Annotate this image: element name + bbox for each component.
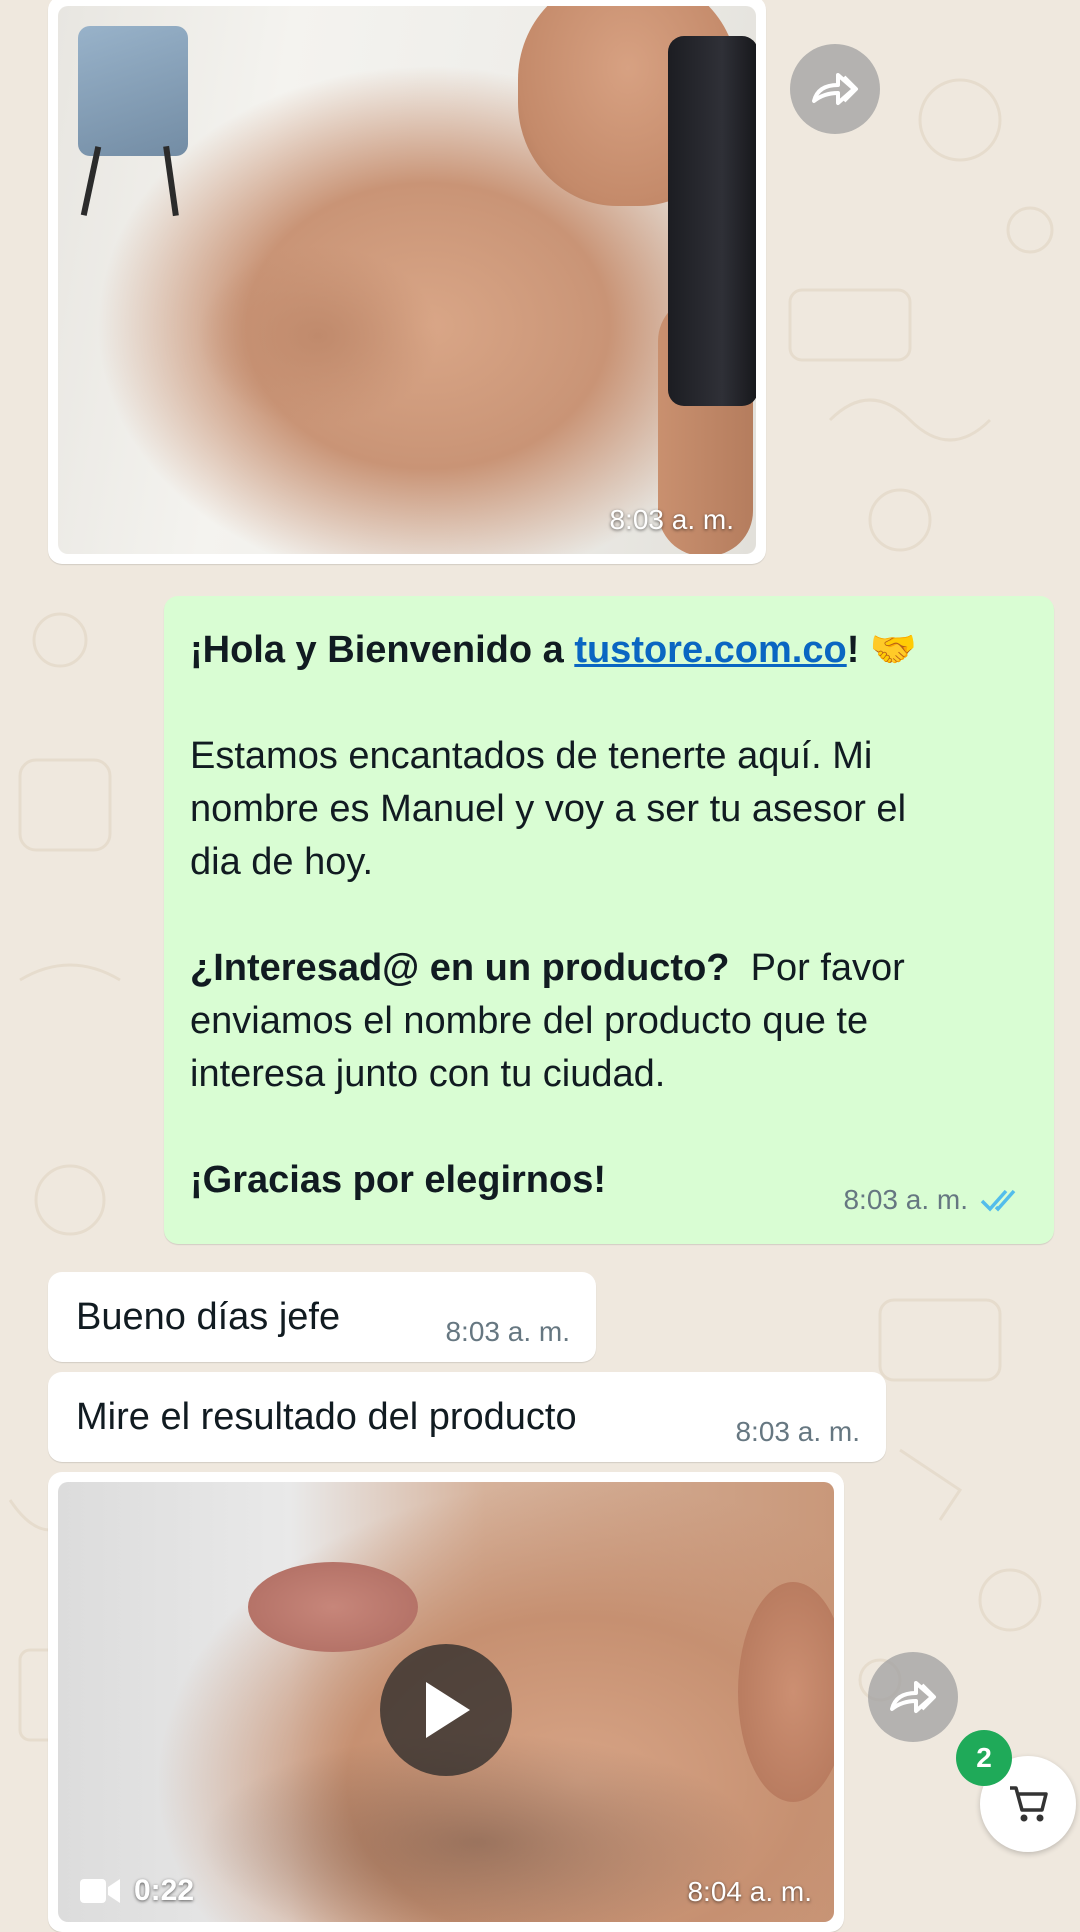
play-button[interactable] <box>380 1644 512 1776</box>
video-duration-text: 0:22 <box>134 1874 195 1907</box>
message-time: 8:04 a. m. <box>687 1876 812 1907</box>
cart-badge: 2 <box>956 1730 1012 1786</box>
handshake-icon: 🤝 <box>869 629 918 671</box>
intro-line-2: nombre es Manuel y voy a ser tu asesor e… <box>190 788 907 830</box>
outgoing-message[interactable]: ¡Hola y Bienvenido a tustore.com.co! 🤝 E… <box>164 596 1054 1244</box>
photo-chair-leg <box>163 145 179 217</box>
message-text: Mire el resultado del producto <box>76 1396 577 1438</box>
message-meta: 8:03 a. m. <box>843 1173 1024 1226</box>
video-duration: 0:22 <box>80 1874 194 1908</box>
question-line: ¿Interesad@ en un producto? Por favor <box>190 942 1026 995</box>
request-line-3: interesa junto con tu ciudad. <box>190 1053 666 1095</box>
message-time: 8:03 a. m. <box>445 1316 570 1347</box>
store-link[interactable]: tustore.com.co <box>574 629 846 671</box>
cart-icon <box>1010 1786 1048 1822</box>
forward-icon <box>812 73 858 105</box>
photo-chair-leg <box>80 146 102 216</box>
photo-clothes <box>78 26 188 156</box>
incoming-message[interactable]: Bueno días jefe 8:03 a. m. <box>48 1272 596 1362</box>
video-message[interactable]: 0:22 8:04 a. m. <box>48 1472 844 1932</box>
forward-icon <box>890 1681 936 1713</box>
message-text: Bueno días jefe <box>76 1296 341 1338</box>
video-thumbnail[interactable]: 0:22 8:04 a. m. <box>58 1482 834 1922</box>
message-time: 8:03 a. m. <box>609 504 734 535</box>
message-time: 8:03 a. m. <box>843 1184 968 1215</box>
forward-button[interactable] <box>790 44 880 134</box>
request-line-2: enviamos el nombre del producto que te <box>190 1000 869 1042</box>
message-photo[interactable]: 8:03 a. m. <box>58 6 756 554</box>
incoming-message[interactable]: Mire el resultado del producto 8:03 a. m… <box>48 1372 886 1462</box>
play-icon <box>426 1682 470 1738</box>
video-lips <box>248 1562 418 1652</box>
welcome-heading: ¡Hola y Bienvenido a tustore.com.co! 🤝 <box>190 629 918 671</box>
video-ear <box>738 1582 834 1802</box>
intro-line-1: Estamos encantados de tenerte aquí. Mi <box>190 735 873 777</box>
photo-phone <box>668 36 756 406</box>
message-time: 8:03 a. m. <box>735 1416 860 1447</box>
double-check-read-icon <box>980 1189 1016 1212</box>
forward-button[interactable] <box>868 1652 958 1742</box>
question-bold: ¿Interesad@ en un producto? <box>190 947 730 989</box>
video-camera-icon <box>80 1879 120 1903</box>
question-rest: Por favor <box>729 947 905 989</box>
intro-line-3: dia de hoy. <box>190 841 374 883</box>
image-message[interactable]: 8:03 a. m. <box>48 0 766 564</box>
